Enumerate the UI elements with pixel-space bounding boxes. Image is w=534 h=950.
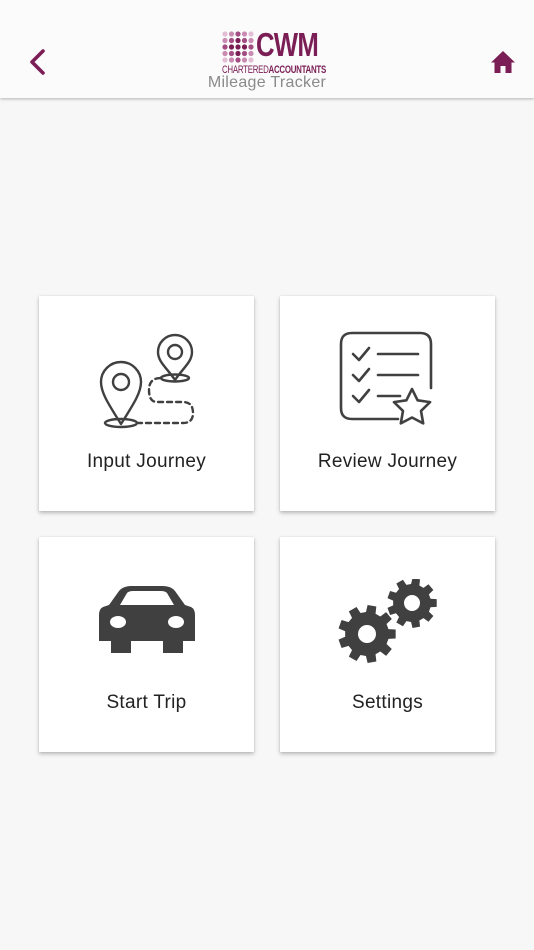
gears-icon (280, 565, 495, 677)
input-journey-card[interactable]: Input Journey (39, 296, 254, 511)
car-icon (39, 565, 254, 677)
input-journey-label: Input Journey (86, 451, 207, 472)
logo-dot-grid (222, 31, 254, 63)
home-button[interactable] (486, 46, 520, 78)
cwm-logo: CWM CHARTEREDACCOUNTANTS (222, 26, 326, 76)
review-journey-card[interactable]: Review Journey (280, 296, 495, 511)
start-trip-label: Start Trip (106, 692, 187, 713)
start-trip-card[interactable]: Start Trip (39, 537, 254, 752)
app-title: Mileage Tracker (207, 74, 327, 91)
settings-card[interactable]: Settings (280, 537, 495, 752)
map-route-icon (39, 324, 254, 436)
home-icon (491, 51, 515, 73)
logo-brand-text: CWM (256, 26, 319, 63)
app-header: CWM CHARTEREDACCOUNTANTS Mileage Tracker (0, 0, 534, 98)
checklist-star-icon (280, 324, 495, 436)
settings-label: Settings (351, 692, 424, 713)
chevron-left-icon (30, 49, 45, 75)
review-journey-label: Review Journey (317, 451, 458, 472)
